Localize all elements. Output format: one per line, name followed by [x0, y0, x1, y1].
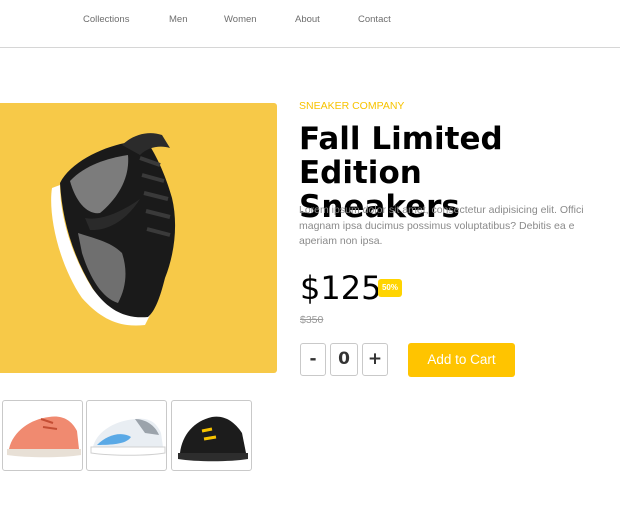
- quantity-value: 0: [330, 343, 358, 376]
- original-price: $350: [300, 314, 324, 326]
- thumbnail-3[interactable]: [171, 400, 252, 471]
- description-line: Lorem ipsum dolor sit amet, consectetur …: [299, 204, 584, 216]
- brand-label: SNEAKER COMPANY: [299, 100, 405, 112]
- coral-sneaker-icon: [7, 416, 81, 458]
- product-title-line-1: Fall Limited Edition: [299, 121, 503, 191]
- description-line: magnam ipsa ducimus possimus voluptatibu…: [299, 219, 575, 232]
- thumbnail-1[interactable]: [2, 400, 83, 471]
- description-line: aperiam non ipsa.: [299, 235, 383, 247]
- nav-item-contact[interactable]: Contact: [358, 14, 391, 25]
- thumbnail-2[interactable]: [86, 400, 167, 471]
- nav-item-about[interactable]: About: [295, 14, 320, 25]
- increase-quantity-button[interactable]: +: [362, 343, 388, 376]
- nav-item-women[interactable]: Women: [224, 14, 257, 25]
- add-to-cart-button[interactable]: Add to Cart: [408, 343, 515, 377]
- decrease-quantity-button[interactable]: -: [300, 343, 326, 376]
- nav-item-collections[interactable]: Collections: [83, 14, 129, 25]
- product-description: Lorem ipsum dolor sit amet, consectetur …: [299, 203, 620, 251]
- blue-white-sneaker-icon: [90, 418, 166, 456]
- black-yellow-sneaker-icon: [178, 416, 248, 462]
- current-price: $125: [300, 269, 382, 307]
- high-top-sneaker-icon: [51, 133, 176, 326]
- nav-item-men[interactable]: Men: [169, 14, 187, 25]
- top-nav: Collections Men Women About Contact: [0, 0, 620, 48]
- discount-badge: 50%: [378, 279, 402, 297]
- main-product-image[interactable]: [0, 103, 277, 373]
